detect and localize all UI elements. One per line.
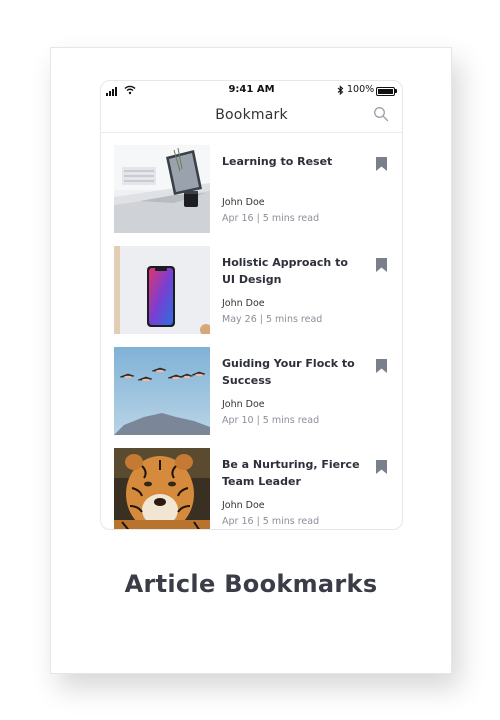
article-title: Holistic Approach to UI Design [222,256,348,286]
article-item[interactable]: Guiding Your Flock to Success John Doe A… [101,347,402,448]
article-author: John Doe [222,399,265,410]
page-title: Bookmark [215,107,288,123]
article-item[interactable]: Be a Nurturing, Fierce Team Leader John … [101,448,402,529]
bookmark-icon[interactable] [376,258,387,272]
article-title: Learning to Reset [222,155,333,168]
battery-cap [395,89,397,93]
laptop-desk-image [114,145,210,233]
article-author: John Doe [222,500,265,511]
phone-screen: 9:41 AM 100% Bookmark Learning to Reset … [100,80,403,530]
bluetooth-icon [337,85,344,96]
flamingos-flying-image [114,347,210,435]
battery-percent: 100% [347,84,375,95]
bookmark-icon[interactable] [376,359,387,373]
article-item[interactable]: Learning to Reset John Doe Apr 16 | 5 mi… [101,145,402,246]
article-meta: Apr 16 | 5 mins read [222,213,320,224]
article-meta: Apr 10 | 5 mins read [222,415,320,426]
article-title: Be a Nurturing, Fierce Team Leader [222,458,360,488]
search-icon[interactable] [373,106,389,122]
article-list: Learning to Reset John Doe Apr 16 | 5 mi… [101,133,402,529]
article-author: John Doe [222,298,265,309]
battery-level [378,89,393,94]
article-author: John Doe [222,197,265,208]
tiger-image [114,448,210,529]
presentation-card: 9:41 AM 100% Bookmark Learning to Reset … [50,47,452,674]
caption-title: Article Bookmarks [124,570,378,598]
article-title: Guiding Your Flock to Success [222,357,355,387]
battery-icon [376,87,395,96]
bookmark-icon[interactable] [376,460,387,474]
smartphone-image [114,246,210,334]
article-item[interactable]: Holistic Approach to UI Design John Doe … [101,246,402,347]
bookmark-icon[interactable] [376,157,387,171]
article-meta: Apr 16 | 5 mins read [222,516,320,527]
app-header: Bookmark [101,99,402,133]
article-meta: May 26 | 5 mins read [222,314,323,325]
status-bar: 9:41 AM 100% [101,81,402,99]
